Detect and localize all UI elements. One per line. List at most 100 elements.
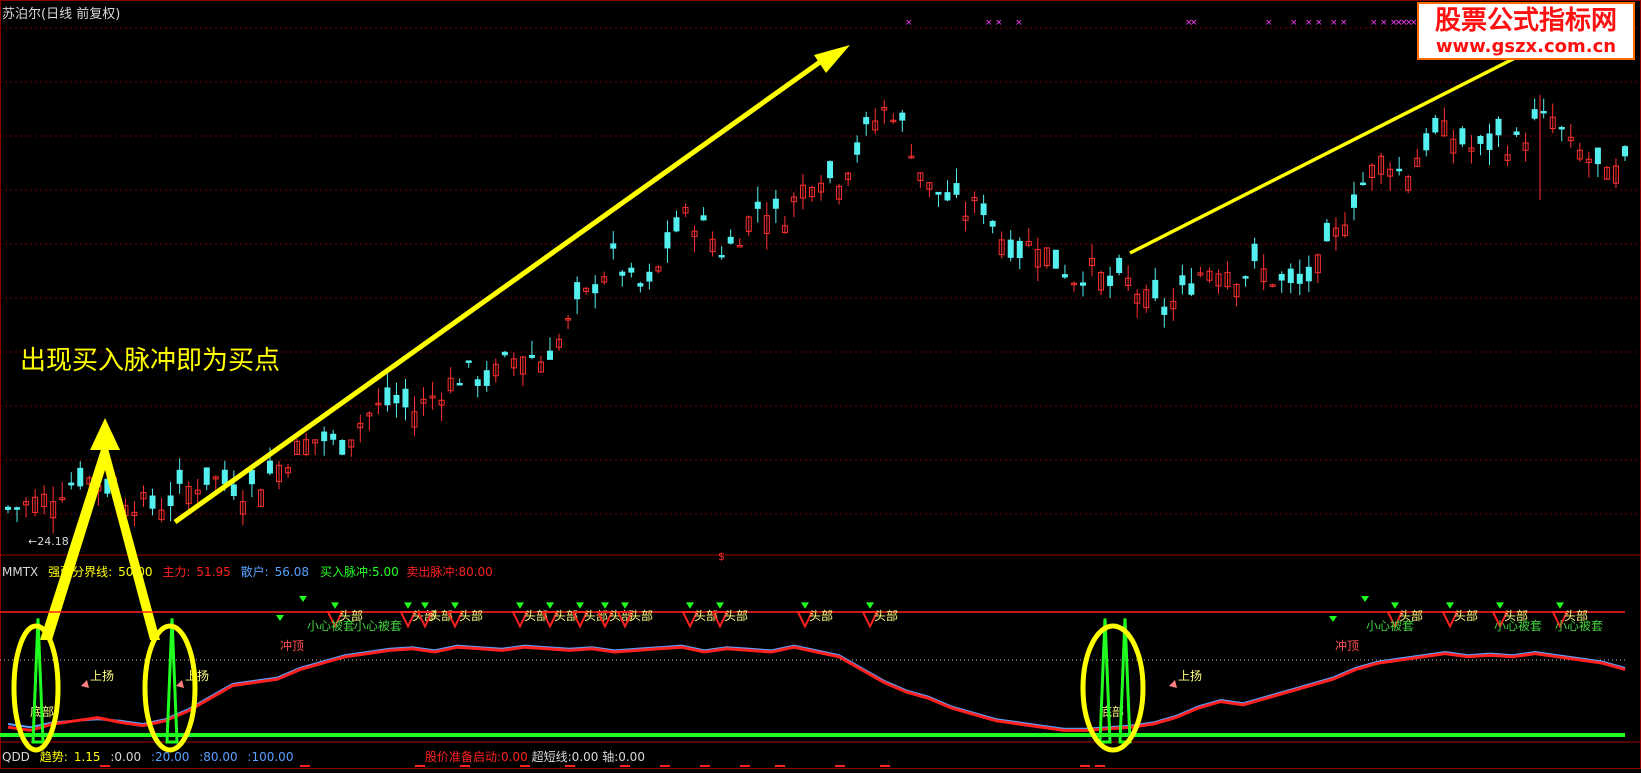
sell-x-mark: ×	[995, 18, 1003, 28]
candle-body	[393, 394, 400, 404]
careful-signal-label: 小心被套	[1555, 619, 1603, 633]
axis-value: 0.00	[618, 750, 645, 764]
candle-body	[1350, 194, 1357, 208]
top-down-arrow	[686, 602, 694, 609]
rise-up-arrow	[81, 680, 89, 688]
sell-x-mark: ×	[1370, 18, 1378, 28]
top-down-arrow	[546, 602, 554, 609]
candle-body	[203, 467, 210, 485]
candle-body	[1007, 239, 1014, 258]
top-down-arrow	[1556, 602, 1564, 609]
candle-body	[1495, 118, 1502, 136]
candle-body	[149, 495, 156, 509]
trend-label: 趋势:	[39, 750, 68, 764]
candle-body	[1513, 131, 1520, 135]
candle-body	[384, 387, 391, 406]
candle-body	[1188, 283, 1195, 295]
candle-body	[935, 191, 942, 195]
careful-signal-label: 小心被套	[1366, 619, 1414, 633]
candle-body	[167, 495, 174, 507]
candle-body	[980, 203, 987, 216]
sell-pulse-value: 80.00	[458, 565, 493, 579]
candle-body	[1278, 273, 1285, 281]
candle-body	[1287, 268, 1294, 284]
top-down-arrow	[621, 602, 629, 609]
candle-body	[1540, 110, 1547, 114]
candle-body	[1016, 240, 1023, 259]
sell-x-mark: ×	[1305, 18, 1313, 28]
buy-point-arrow-head	[90, 418, 120, 450]
candle-body	[456, 382, 463, 386]
sell-x-mark: ×	[905, 18, 913, 28]
top-down-arrow	[1496, 602, 1504, 609]
watermark-url: www.gszx.com.cn	[1435, 36, 1617, 57]
careful-signal-label: 小心被套	[1494, 619, 1542, 633]
candle-body	[1396, 168, 1403, 172]
candle-body	[899, 112, 906, 121]
start-label: 股价准备启动:	[425, 750, 502, 764]
trend-arrow-2	[1129, 56, 1516, 255]
warn-down-arrow	[276, 615, 284, 621]
candle-body	[1432, 117, 1439, 133]
retail-label: 散户:	[240, 565, 269, 579]
candle-body	[989, 220, 996, 227]
candle-body	[68, 482, 75, 486]
top-down-arrow	[866, 602, 874, 609]
candle-body	[528, 354, 535, 358]
candle-body	[1107, 275, 1114, 287]
top-down-arrow	[601, 602, 609, 609]
trend-value: 1.15	[73, 750, 101, 764]
warn-down-arrow	[1329, 616, 1337, 622]
qdd-header: QDD 趋势: 1.15 :0.00 :20.00 :80.00 :100.00	[2, 748, 299, 765]
candle-body	[727, 236, 734, 244]
candle-body	[483, 370, 490, 386]
candle-body	[827, 161, 834, 179]
candle-body	[700, 215, 707, 221]
sell-x-mark: ×	[1265, 18, 1273, 28]
sell-x-mark: ×	[1290, 18, 1298, 28]
candle-body	[754, 201, 761, 209]
candle-body	[664, 232, 671, 249]
chart-stage: × × × × × × × × × × × × × × × × × × × ←24.18 $ 头部 头部 头部 头部 头部 头部 头部…	[0, 0, 1641, 769]
candle-body	[1594, 147, 1601, 165]
rise-signal-label: 上扬	[90, 668, 114, 683]
candle-body	[1251, 243, 1258, 262]
qdd-level-20: :20.00	[150, 750, 190, 764]
candle-body	[230, 484, 237, 497]
retail-line	[7, 644, 1626, 730]
candle-body	[77, 467, 84, 487]
boundary-value: 50.00	[118, 565, 153, 579]
qdd-extra: 股价准备启动:0.00 超短线:0.00 轴:0.00	[425, 748, 645, 765]
candle-body	[5, 506, 11, 510]
charge-top-label: 冲顶	[1335, 638, 1359, 653]
candle-body	[1486, 133, 1493, 150]
top-signal-label: 头部	[459, 608, 483, 623]
indicator-header: MMTX 强弱分界线: 50.00 主力: 51.95 散户: 56.08	[2, 563, 315, 580]
candle-body	[1531, 109, 1538, 119]
candle-body	[339, 439, 346, 455]
qdd-level-100: :100.00	[247, 750, 294, 764]
sell-x-mark: ×	[1340, 18, 1348, 28]
candle-body	[266, 460, 273, 474]
sell-x-mark: ×	[1190, 18, 1198, 28]
candle-body	[673, 217, 680, 232]
min-price-label: ←24.18	[28, 535, 69, 548]
buy-pulse-value: 5.00	[372, 565, 399, 579]
buy-pulse-label: 买入脉冲:	[320, 565, 373, 579]
candle-body	[248, 469, 255, 485]
sell-pulse-label: 卖出脉冲:	[406, 565, 459, 579]
candle-body	[402, 388, 409, 408]
buy-pulse-spike	[165, 618, 179, 744]
top-down-arrow	[404, 602, 412, 609]
main-value: 51.95	[196, 565, 231, 579]
careful-signal-label: 小心被套	[354, 619, 402, 633]
candle-body	[1423, 133, 1430, 151]
top-signal-label: 头部	[809, 608, 833, 623]
candle-body	[610, 243, 617, 249]
candle-body	[619, 271, 626, 276]
top-signal-label: 头部	[629, 608, 653, 623]
pulse-legend: 买入脉冲:5.00 卖出脉冲:80.00	[320, 563, 493, 580]
candle-body	[1622, 146, 1628, 157]
candle-body	[1305, 266, 1312, 282]
retail-value: 56.08	[274, 565, 309, 579]
